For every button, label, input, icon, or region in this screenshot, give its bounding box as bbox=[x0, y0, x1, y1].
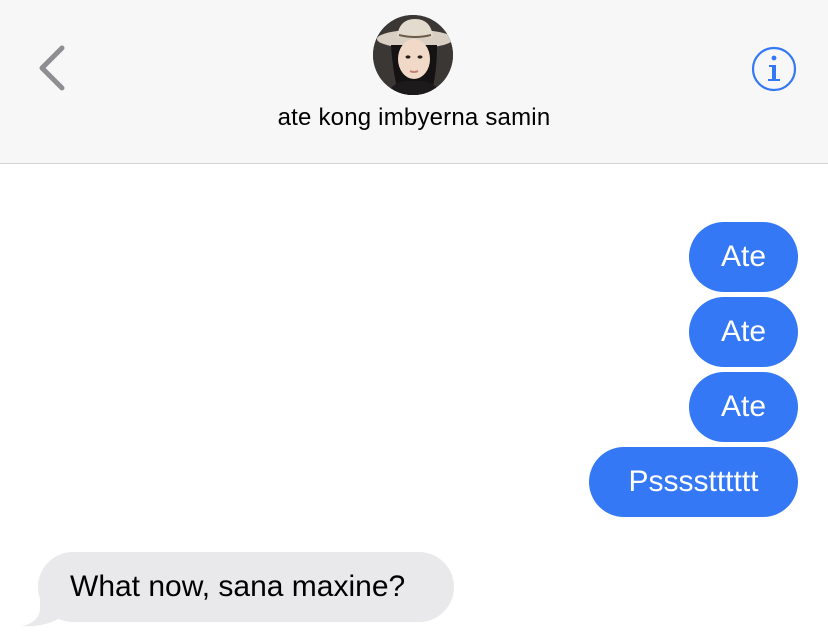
sent-message-bubble[interactable]: Ate bbox=[689, 297, 798, 367]
avatar-image bbox=[373, 15, 453, 95]
received-message: What now, sana maxine? bbox=[20, 552, 460, 628]
sent-message-bubble[interactable]: Ate bbox=[689, 372, 798, 442]
chevron-left-icon bbox=[39, 45, 65, 91]
info-button[interactable] bbox=[750, 45, 798, 93]
contact-name[interactable]: ate kong imbyerna samin bbox=[0, 104, 828, 132]
info-circle-icon bbox=[751, 46, 797, 92]
back-button[interactable] bbox=[28, 40, 78, 96]
message-thread[interactable]: Ate Ate Ate Psssstttttt What now, sana m… bbox=[0, 165, 828, 642]
sent-message-bubble[interactable]: Ate bbox=[689, 222, 798, 292]
received-message-bubble[interactable]: What now, sana maxine? bbox=[38, 552, 454, 622]
sent-message-bubble[interactable]: Psssstttttt bbox=[589, 447, 798, 517]
contact-avatar[interactable] bbox=[373, 15, 453, 95]
conversation-header: ate kong imbyerna samin bbox=[0, 0, 828, 164]
